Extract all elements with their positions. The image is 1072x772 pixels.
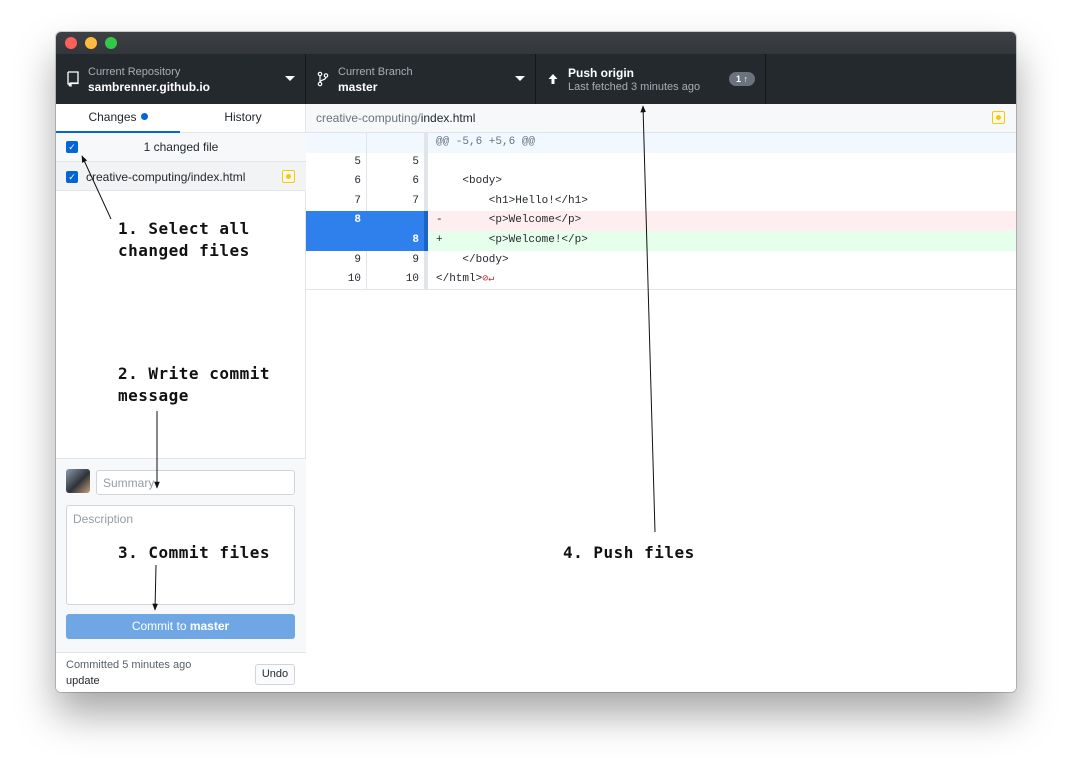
commit-summary-placeholder: Summary: [103, 476, 155, 490]
file-path-filename: index.html: [420, 111, 476, 125]
repository-icon: [67, 71, 79, 87]
diff-line: 10 10 </html>⊘↵: [306, 270, 1016, 290]
commit-button[interactable]: Commit to master: [66, 614, 295, 639]
annotation-step-1: 1. Select all changed files: [118, 219, 250, 260]
diff-code-text: <h1>Hello!</h1>: [436, 194, 588, 207]
old-line-number: 7: [306, 191, 367, 212]
new-line-number[interactable]: 8: [367, 230, 428, 251]
diff-code: <h1>Hello!</h1>: [432, 192, 1016, 212]
tab-changes-label: Changes: [88, 110, 137, 124]
screenshot-stage: Current Repository sambrenner.github.io …: [0, 0, 1072, 772]
diff-view: @@ -5,6 +5,6 @@ 5 5 6 6 <body> 7 7 <h1>Hello!<…: [306, 133, 1016, 290]
diff-code: </html>⊘↵: [432, 270, 1016, 289]
current-repository-selector[interactable]: Current Repository sambrenner.github.io: [56, 54, 306, 104]
annotation-step-4: 4. Push files: [563, 543, 695, 562]
old-line-number: 9: [306, 250, 367, 271]
push-origin-button[interactable]: Push origin Last fetched 3 minutes ago 1…: [536, 54, 766, 104]
close-window-button[interactable]: [65, 37, 77, 49]
current-branch-label: Current Branch: [338, 66, 413, 78]
annotation-step-3: 3. Commit files: [118, 543, 270, 562]
diff-line: 55: [306, 152, 1016, 173]
old-line-number: 5: [306, 152, 367, 173]
last-commit-message: update: [66, 675, 100, 687]
title-bar: [56, 32, 1016, 54]
changes-indicator-dot-icon: [140, 113, 148, 120]
toolbar: Current Repository sambrenner.github.io …: [56, 54, 1016, 104]
diff-hunk-header: @@ -5,6 +5,6 @@: [306, 133, 1016, 153]
commit-button-branch: master: [189, 619, 230, 633]
arrow-up-icon: [548, 74, 558, 84]
diff-code: [432, 153, 1016, 173]
changed-files-count: 1 changed file: [143, 140, 219, 154]
diff-line: 66 <body>: [306, 172, 1016, 192]
chevron-down-icon: [515, 76, 525, 81]
ahead-count-badge: 1 ↑: [729, 72, 755, 86]
new-line-number: 5: [367, 152, 428, 173]
zoom-window-button[interactable]: [105, 37, 117, 49]
diff-line: 77 <h1>Hello!</h1>: [306, 191, 1016, 212]
commit-description-placeholder: Description: [73, 512, 134, 526]
new-line-number: 10: [367, 270, 428, 289]
tab-history[interactable]: History: [180, 104, 306, 133]
current-branch-selector[interactable]: Current Branch master: [306, 54, 536, 104]
diff-code-text: @@ -5,6 +5,6 @@: [436, 136, 536, 148]
chevron-down-icon: [285, 76, 295, 81]
old-line-number[interactable]: 8: [306, 211, 367, 231]
changed-file-row[interactable]: ✓ creative-computing/index.html: [56, 162, 306, 191]
diff-code: <body>: [432, 172, 1016, 192]
old-line-number[interactable]: [306, 230, 367, 251]
new-line-number: 9: [367, 250, 428, 271]
last-commit-time: Committed 5 minutes ago: [66, 659, 192, 671]
push-origin-label: Push origin: [568, 66, 634, 80]
diff-code-text: + <p>Welcome!</p>: [436, 233, 588, 246]
diff-code-text: </body>: [436, 253, 509, 266]
tab-changes[interactable]: Changes: [56, 104, 180, 133]
new-line-number[interactable]: [367, 211, 428, 231]
changed-file-path: creative-computing/index.html: [86, 170, 246, 184]
no-newline-icon: ⊘↵: [482, 274, 495, 286]
diff-line: 99 </body>: [306, 250, 1016, 271]
diff-code: @@ -5,6 +5,6 @@: [432, 133, 1016, 153]
diff-code: </body>: [432, 251, 1016, 271]
new-line-number: 7: [367, 191, 428, 212]
github-desktop-window: Current Repository sambrenner.github.io …: [56, 32, 1016, 692]
current-repository-label: Current Repository: [88, 66, 181, 78]
current-branch-name: master: [338, 80, 378, 94]
file-modified-icon: [992, 111, 1005, 124]
changed-files-header: ✓ 1 changed file: [56, 133, 306, 162]
commit-summary-input[interactable]: Summary: [96, 470, 295, 495]
diff-line: 8 - <p>Welcome</p>: [306, 211, 1016, 231]
file-include-checkbox[interactable]: ✓: [66, 171, 78, 183]
last-fetched-status: Last fetched 3 minutes ago: [568, 81, 701, 93]
diff-code-text: - <p>Welcome</p>: [436, 214, 582, 227]
diff-panel: creative-computing/index.html @@ -5,6 +5…: [306, 104, 1016, 692]
diff-code-text: </html>: [436, 273, 483, 286]
annotation-step-2: 2. Write commit message: [118, 364, 270, 405]
file-path: creative-computing/index.html: [316, 111, 475, 125]
undo-commit-button[interactable]: Undo: [255, 664, 295, 685]
current-repository-name: sambrenner.github.io: [88, 80, 211, 94]
tab-history-label: History: [224, 110, 262, 124]
commit-button-prefix: Commit to: [131, 619, 190, 633]
old-line-number: 10: [306, 270, 367, 289]
sidebar-tabs: Changes History: [56, 104, 306, 133]
file-path-directory: creative-computing/: [316, 111, 421, 125]
git-branch-icon: [317, 71, 329, 87]
old-line-number: [306, 133, 367, 153]
last-commit-panel: Committed 5 minutes ago update Undo: [56, 652, 306, 692]
diff-code: - <p>Welcome</p>: [432, 211, 1016, 231]
diff-code: + <p>Welcome!</p>: [432, 231, 1016, 251]
minimize-window-button[interactable]: [85, 37, 97, 49]
new-line-number: [367, 133, 428, 153]
file-modified-icon: [282, 170, 295, 183]
new-line-number: 6: [367, 172, 428, 192]
old-line-number: 6: [306, 172, 367, 192]
diff-code-text: <body>: [436, 175, 503, 188]
diff-line: 8 + <p>Welcome!</p>: [306, 230, 1016, 251]
avatar: [66, 469, 90, 493]
file-path-bar: creative-computing/index.html: [306, 104, 1016, 133]
